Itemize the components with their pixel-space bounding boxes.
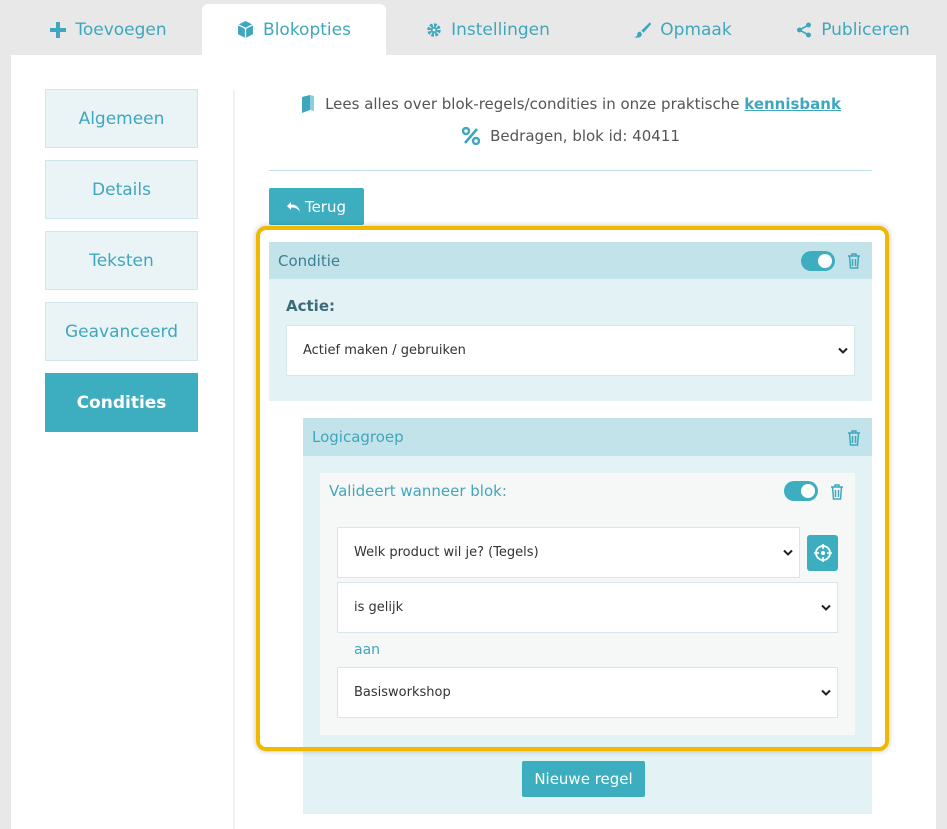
operator-select-value: is gelijk <box>354 600 404 615</box>
new-rule-button-label: Nieuwe regel <box>534 770 633 788</box>
tab-label: Instellingen <box>451 19 550 40</box>
sidebar-item-label: Geavanceerd <box>64 321 179 342</box>
field-select-value: Welk product wil je? (Tegels) <box>354 545 539 560</box>
tab-blokopties[interactable]: Blokopties <box>202 4 386 55</box>
crosshair-icon <box>813 544 832 562</box>
rule-delete-icon[interactable] <box>830 484 844 500</box>
plus-icon <box>50 21 67 38</box>
tab-label: Opmaak <box>660 19 732 40</box>
sidebar-item-algemeen[interactable]: Algemeen <box>45 89 198 148</box>
sidebar-item-label: Details <box>92 179 151 200</box>
field-select[interactable]: Welk product wil je? (Tegels) <box>337 527 800 578</box>
action-select[interactable]: Actief maken / gebruiken <box>286 325 855 376</box>
sidebar-item-condities[interactable]: Condities <box>45 373 198 432</box>
rule-title: Valideert wanneer blok: <box>329 482 507 500</box>
value-select-value: Basisworkshop <box>354 685 451 700</box>
logic-group-header: Logicagroep <box>303 418 872 456</box>
sidebar-item-teksten[interactable]: Teksten <box>45 231 198 290</box>
back-button[interactable]: Terug <box>269 188 364 225</box>
share-icon <box>797 22 812 37</box>
sidebar-item-label: Teksten <box>89 250 154 271</box>
sidebar-divider <box>233 90 235 829</box>
tab-instellingen[interactable]: Instellingen <box>402 4 574 55</box>
pick-block-button[interactable] <box>807 535 838 571</box>
knowledgebase-label: Lees alles over blok-regels/condities in… <box>325 95 740 113</box>
block-info: Bedragen, blok id: 40411 <box>270 127 872 145</box>
rule-toggle[interactable] <box>784 481 818 501</box>
sidebar-item-label: Condities <box>76 392 167 413</box>
tab-label: Publiceren <box>821 19 910 40</box>
connector-label: aan <box>354 642 381 658</box>
condition-header: Conditie <box>269 242 872 279</box>
tab-toevoegen[interactable]: Toevoegen <box>20 4 197 55</box>
back-button-label: Terug <box>304 197 347 216</box>
condition-toggle[interactable] <box>801 251 835 271</box>
percent-icon <box>462 127 481 145</box>
brush-icon <box>634 22 652 38</box>
action-select-value: Actief maken / gebruiken <box>303 343 466 358</box>
sidebar-item-geavanceerd[interactable]: Geavanceerd <box>45 302 198 361</box>
undo-icon <box>286 201 300 212</box>
new-rule-button[interactable]: Nieuwe regel <box>522 761 645 797</box>
top-tabbar: Toevoegen Blokopties Instellingen Opmaak… <box>0 0 947 55</box>
tab-opmaak[interactable]: Opmaak <box>590 4 776 55</box>
condition-title: Conditie <box>278 251 341 270</box>
chevron-down-icon <box>821 689 831 696</box>
chevron-down-icon <box>838 347 848 354</box>
value-select[interactable]: Basisworkshop <box>337 667 838 718</box>
gear-icon <box>427 22 441 37</box>
horizontal-divider <box>269 170 872 171</box>
sidebar-item-label: Algemeen <box>78 108 165 129</box>
cube-icon <box>237 21 254 38</box>
logic-group-title: Logicagroep <box>312 428 404 446</box>
book-icon <box>302 95 315 113</box>
block-id-text: Bedragen, blok id: 40411 <box>490 127 680 145</box>
tab-publiceren[interactable]: Publiceren <box>780 4 926 55</box>
condition-delete-icon[interactable] <box>847 253 861 269</box>
operator-select[interactable]: is gelijk <box>337 582 838 633</box>
sidebar-item-details[interactable]: Details <box>45 160 198 219</box>
logic-group-delete-icon[interactable] <box>847 430 861 446</box>
action-label: Actie: <box>286 297 335 315</box>
chevron-down-icon <box>821 604 831 611</box>
chevron-down-icon <box>783 549 793 556</box>
knowledgebase-link[interactable]: kennisbank <box>744 95 841 113</box>
tab-label: Toevoegen <box>75 19 167 40</box>
tab-label: Blokopties <box>263 19 351 40</box>
knowledgebase-info: Lees alles over blok-regels/condities in… <box>270 95 872 113</box>
knowledgebase-text: Lees alles over blok-regels/condities in… <box>325 95 841 113</box>
